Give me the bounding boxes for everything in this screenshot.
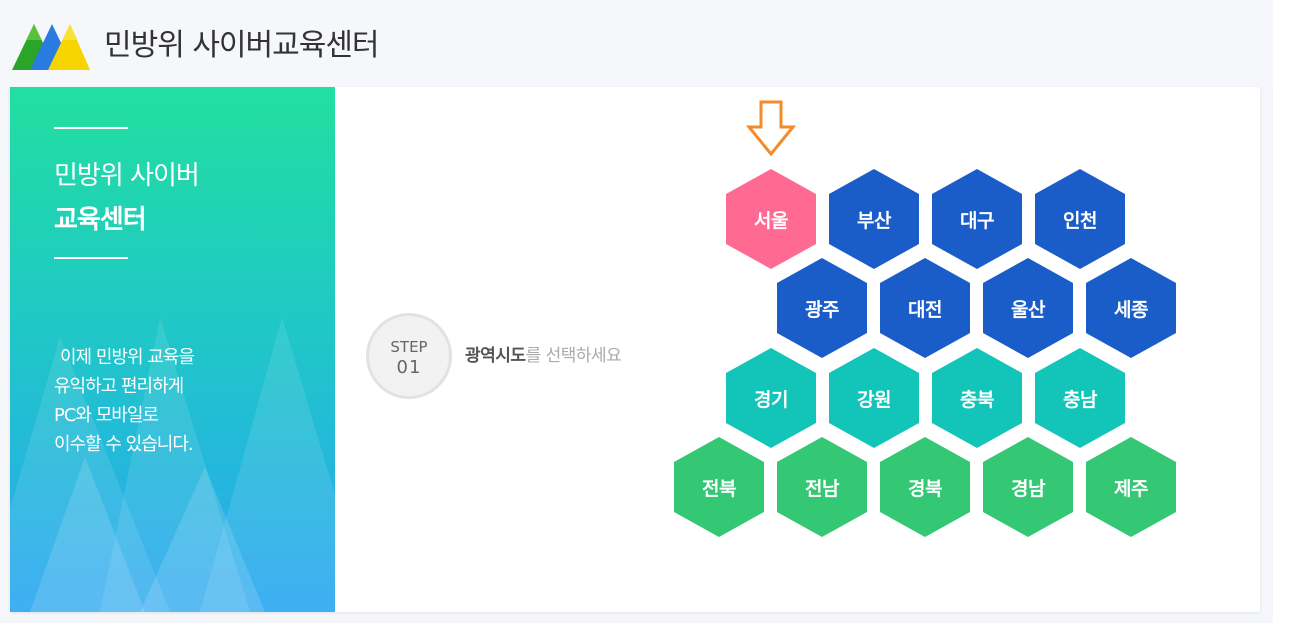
desc-line: 이제 민방위 교육을	[60, 347, 195, 368]
region-button[interactable]: 제주	[1086, 437, 1176, 537]
step-label: STEP	[390, 338, 428, 356]
side-panel: 민방위 사이버 교육센터 이제 민방위 교육을 유익하고 편리하게 PC와 모바…	[10, 87, 335, 612]
region-button[interactable]: 대구	[932, 169, 1022, 269]
logo-mountains-icon[interactable]	[12, 20, 90, 72]
region-button[interactable]: 대전	[880, 258, 970, 358]
step-instruction: 광역시도를 선택하세요	[465, 341, 622, 366]
region-button[interactable]: 경북	[880, 437, 970, 537]
step-badge: STEP 01	[366, 313, 452, 399]
region-button[interactable]: 경남	[983, 437, 1073, 537]
side-title-line2: 교육센터	[54, 205, 147, 235]
region-button[interactable]: 전남	[777, 437, 867, 537]
header: 민방위 사이버교육센터	[0, 0, 1293, 86]
region-button[interactable]: 전북	[674, 437, 764, 537]
main-card: 민방위 사이버 교육센터 이제 민방위 교육을 유익하고 편리하게 PC와 모바…	[10, 87, 1260, 612]
region-button[interactable]: 인천	[1035, 169, 1125, 269]
region-button[interactable]: 충북	[932, 348, 1022, 448]
region-button[interactable]: 강원	[829, 348, 919, 448]
region-button[interactable]: 세종	[1086, 258, 1176, 358]
page-edge	[1273, 0, 1293, 623]
step-instruction-rest: 를 선택하세요	[525, 346, 622, 366]
desc-line: 유익하고 편리하게	[54, 376, 184, 397]
site-title[interactable]: 민방위 사이버교육센터	[104, 20, 380, 64]
desc-line: 이수할 수 있습니다.	[54, 434, 194, 455]
divider-top	[54, 127, 128, 129]
divider-bottom	[54, 257, 128, 259]
side-description: 이제 민방위 교육을 유익하고 편리하게 PC와 모바일로 이수할 수 있습니다…	[54, 343, 314, 459]
region-button[interactable]: 울산	[983, 258, 1073, 358]
side-title-line1: 민방위 사이버	[54, 161, 200, 191]
down-arrow-icon	[746, 100, 796, 157]
region-button[interactable]: 충남	[1035, 348, 1125, 448]
region-button[interactable]: 서울	[726, 169, 816, 269]
step-instruction-emphasis: 광역시도	[465, 346, 526, 366]
step-number: 01	[396, 357, 422, 378]
region-button[interactable]: 광주	[777, 258, 867, 358]
region-button[interactable]: 경기	[726, 348, 816, 448]
desc-line: PC와 모바일로	[54, 405, 159, 426]
region-button[interactable]: 부산	[829, 169, 919, 269]
